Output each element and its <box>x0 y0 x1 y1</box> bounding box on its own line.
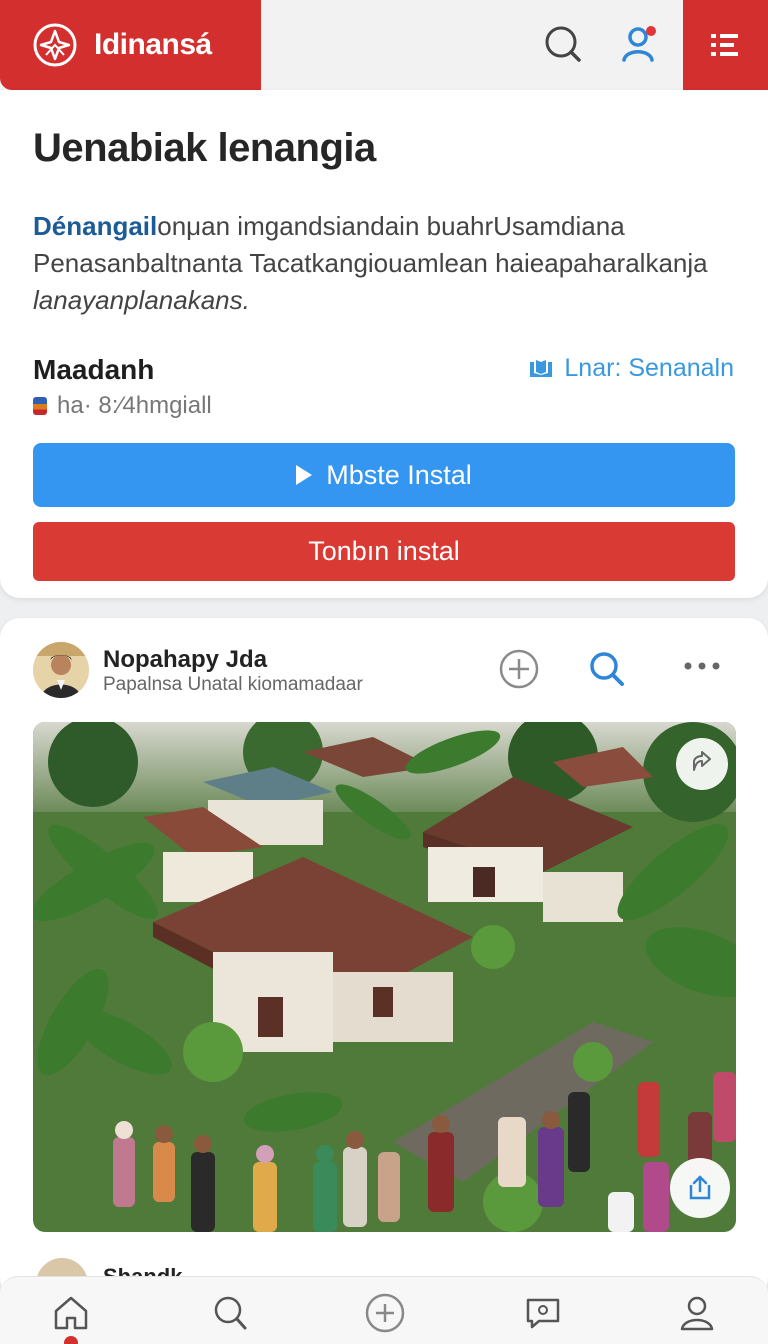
avatar[interactable] <box>33 642 89 698</box>
book-icon <box>530 359 553 377</box>
more-dots-icon[interactable] <box>682 658 722 678</box>
nav-home[interactable] <box>49 1291 93 1335</box>
play-icon <box>296 465 313 485</box>
menu-button[interactable] <box>683 0 768 90</box>
post-photo[interactable] <box>33 722 736 1232</box>
post-card: Nopahapy Jda Papalnsa Unatal kiomamadaar <box>0 618 768 1310</box>
meta-subtext: ha· 8:⁄4hmgiall <box>33 392 212 420</box>
post-author[interactable]: Nopahapy Jda <box>103 646 267 674</box>
search-icon[interactable] <box>586 648 628 690</box>
photo-share-button[interactable] <box>676 738 728 790</box>
nav-profile[interactable] <box>675 1291 719 1335</box>
brand-bar[interactable]: Idinansá <box>0 0 261 90</box>
meta-subtext-value: ha· 8:⁄4hmgiall <box>57 392 212 419</box>
description-line-1: onμan imgandsiandain buahrUsamdiana <box>157 211 625 241</box>
home-icon <box>54 1296 88 1330</box>
export-icon <box>689 1175 711 1200</box>
village-photo-illustration <box>33 722 736 1232</box>
secondary-install-label: Tonbın instal <box>308 536 460 566</box>
menu-list-icon <box>710 34 738 56</box>
user-notification-icon[interactable] <box>618 22 662 66</box>
description-line-2: Penasanbaltnanta Tacatkangiouamlean haie… <box>33 248 708 278</box>
page-title: Uenabiak lenangia <box>33 126 376 170</box>
chat-icon <box>526 1298 560 1329</box>
app-header: Idinansá <box>0 0 768 90</box>
primary-install-label: Mbste Instal <box>326 459 472 490</box>
app-info-card: Uenabiak lenangia Dénangailonμan imgands… <box>0 90 768 598</box>
description-line-3: lanayanplanakans. <box>33 285 250 315</box>
primary-install-button[interactable]: Mbste Instal <box>33 443 735 507</box>
app-description: Dénangailonμan imgandsiandain buahrUsamd… <box>33 208 733 319</box>
description-highlight[interactable]: Dénangail <box>33 211 157 241</box>
compass-star-logo-icon <box>33 23 77 67</box>
search-icon <box>214 1296 247 1330</box>
add-icon <box>365 1293 405 1333</box>
share-icon <box>693 751 711 771</box>
avatar-image <box>33 642 89 698</box>
secondary-install-button[interactable]: Tonbın instal <box>33 522 735 581</box>
nav-add[interactable] <box>363 1291 407 1335</box>
flag-icon <box>33 397 47 415</box>
plus-circle-icon[interactable] <box>498 648 540 690</box>
meta-link-text: Lnar: Senanaln <box>564 354 734 382</box>
meta-link[interactable]: Lnar: Senanaln <box>528 354 734 383</box>
post-subtitle: Papalnsa Unatal kiomamadaar <box>103 674 363 695</box>
meta-label: Maadanh <box>33 354 155 385</box>
brand-name: Idinansá <box>94 28 212 61</box>
photo-export-button[interactable] <box>670 1158 730 1218</box>
nav-chat[interactable] <box>521 1291 565 1335</box>
bottom-navigation <box>0 1276 768 1344</box>
search-icon[interactable] <box>540 22 584 66</box>
nav-active-indicator <box>64 1336 78 1344</box>
nav-search[interactable] <box>208 1291 252 1335</box>
profile-icon <box>680 1296 714 1331</box>
